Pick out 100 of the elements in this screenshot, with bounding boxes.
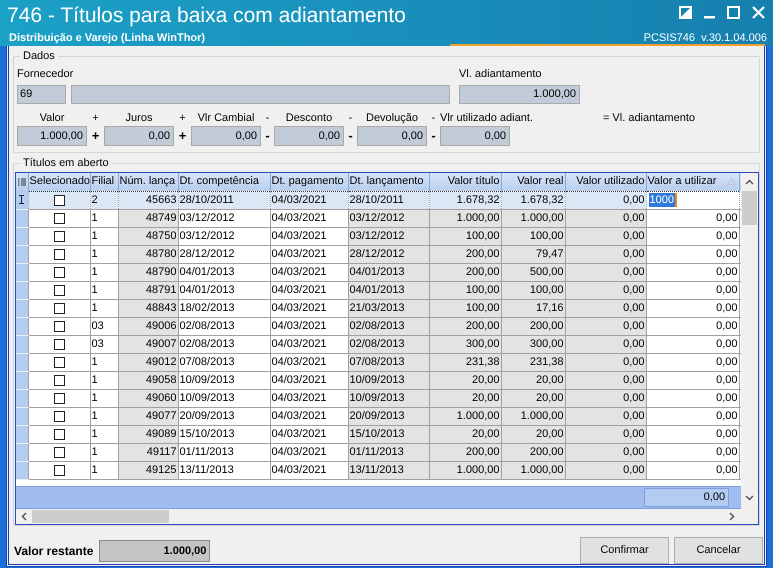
table-cell[interactable]: 0,00: [646, 353, 739, 371]
supplier-code-field[interactable]: 69: [17, 85, 66, 104]
operator-label: -: [430, 127, 437, 145]
checkbox[interactable]: [54, 374, 64, 386]
checkbox[interactable]: [54, 194, 64, 206]
table-cell: 04/03/2021: [270, 335, 348, 353]
field-label: Vl. adiantamento: [459, 67, 543, 82]
table-cell[interactable]: 0,00: [646, 389, 739, 407]
checkbox[interactable]: [54, 464, 64, 476]
table-cell: 04/03/2021: [270, 299, 348, 317]
table-cell: 04/03/2021: [270, 245, 348, 263]
version-label: PCSIS746 v.30.1.04.006: [644, 31, 767, 46]
table-cell[interactable]: 0,00: [646, 371, 739, 389]
checkbox[interactable]: [54, 230, 64, 242]
table-cell: 04/03/2021: [270, 209, 348, 227]
amount-field[interactable]: 0,00: [191, 126, 261, 146]
table-cell: 1: [90, 263, 118, 281]
table-cell: 49125: [118, 461, 178, 479]
checkbox[interactable]: [54, 284, 64, 296]
scroll-left-icon[interactable]: [21, 512, 27, 522]
checkbox[interactable]: [54, 302, 64, 314]
table-cell: 04/03/2021: [270, 443, 348, 461]
table-cell: 300,00: [501, 335, 565, 353]
table-cell: 03/12/2012: [348, 227, 429, 245]
table-cell: 20/09/2013: [348, 407, 429, 425]
table-cell: 1: [90, 227, 118, 245]
checkbox[interactable]: [54, 446, 64, 458]
table-cell[interactable]: 0,00: [646, 245, 739, 263]
table-cell: 200,00: [429, 317, 501, 335]
field-label: Valor restante: [14, 542, 94, 560]
checkbox[interactable]: [54, 320, 64, 332]
dialog-button[interactable]: Cancelar: [674, 537, 763, 564]
table-cell: 0,00: [565, 335, 646, 353]
scroll-up-icon[interactable]: [745, 179, 754, 185]
dialog-button[interactable]: Confirmar: [580, 537, 669, 564]
checkbox[interactable]: [54, 212, 64, 224]
operator-label: -: [264, 127, 271, 145]
scroll-thumb[interactable]: [742, 191, 758, 225]
table-cell[interactable]: 0,00: [646, 227, 739, 245]
table-cell: 1: [90, 371, 118, 389]
table-cell: 200,00: [501, 317, 565, 335]
checkbox[interactable]: [54, 338, 64, 350]
table-cell: 1: [90, 425, 118, 443]
amount-field[interactable]: 0,00: [357, 126, 427, 146]
scroll-down-icon[interactable]: [745, 494, 754, 501]
operator-label: +: [90, 127, 100, 145]
scroll-thumb[interactable]: [32, 510, 169, 524]
table-cell: 02/08/2013: [178, 317, 270, 335]
column-chooser-icon[interactable]: [18, 178, 26, 186]
supplier-name-field[interactable]: [71, 85, 450, 104]
total-cell: 0,00: [644, 488, 730, 508]
scroll-right-icon[interactable]: [729, 512, 735, 522]
close-icon[interactable]: [752, 6, 765, 19]
table-cell: 21/03/2013: [348, 299, 429, 317]
amount-field[interactable]: 1.000,00: [17, 126, 87, 146]
amount-field[interactable]: 0,00: [274, 126, 344, 146]
table-cell: 0,00: [565, 299, 646, 317]
table-cell[interactable]: 0,00: [646, 443, 739, 461]
table-cell[interactable]: 0,00: [646, 263, 739, 281]
column-header[interactable]: Valor a utilizar: [648, 173, 738, 190]
table-cell: 0,00: [565, 353, 646, 371]
checkbox[interactable]: [54, 356, 64, 368]
table-cell[interactable]: 0,00: [646, 335, 739, 353]
table-cell: 28/12/2012: [178, 245, 270, 263]
advance-value-field[interactable]: 1.000,00: [459, 85, 580, 104]
table-cell[interactable]: 0,00: [646, 317, 739, 335]
checkbox[interactable]: [54, 428, 64, 440]
table-cell: 1: [90, 389, 118, 407]
checkbox[interactable]: [54, 410, 64, 422]
checkbox[interactable]: [54, 266, 64, 278]
table-cell: 100,00: [501, 227, 565, 245]
table-cell: 04/03/2021: [270, 425, 348, 443]
amount-field[interactable]: 0,00: [104, 126, 174, 146]
table-cell[interactable]: 0,00: [646, 281, 739, 299]
checkbox[interactable]: [54, 392, 64, 404]
table-cell: 18/02/2013: [178, 299, 270, 317]
operator-label: +: [178, 127, 188, 145]
table-cell: 04/03/2021: [270, 371, 348, 389]
table-cell: 48790: [118, 263, 178, 281]
table-cell: 04/01/2013: [178, 263, 270, 281]
field-label: Fornecedor: [17, 67, 74, 82]
table-cell: 200,00: [429, 443, 501, 461]
table-cell: 20,00: [429, 389, 501, 407]
table-cell[interactable]: 0,00: [646, 209, 739, 227]
table-cell[interactable]: 0,00: [646, 425, 739, 443]
table-cell: 1.000,00: [501, 461, 565, 479]
table-cell[interactable]: 0,00: [646, 299, 739, 317]
table-cell: 10/09/2013: [178, 389, 270, 407]
restore-icon[interactable]: [679, 6, 692, 19]
row-indicator[interactable]: [16, 191, 28, 209]
operator-label: -: [430, 111, 436, 126]
checkbox[interactable]: [54, 248, 64, 260]
table-cell: 0,00: [565, 425, 646, 443]
table-cell: 1: [90, 407, 118, 425]
window-title: 746 - Títulos para baixa com adiantamento: [7, 3, 406, 29]
table-cell[interactable]: 0,00: [646, 461, 739, 479]
maximize-icon[interactable]: [727, 6, 740, 19]
input-field[interactable]: 1000: [648, 193, 677, 207]
amount-field[interactable]: 0,00: [440, 126, 510, 146]
table-cell[interactable]: 0,00: [646, 407, 739, 425]
